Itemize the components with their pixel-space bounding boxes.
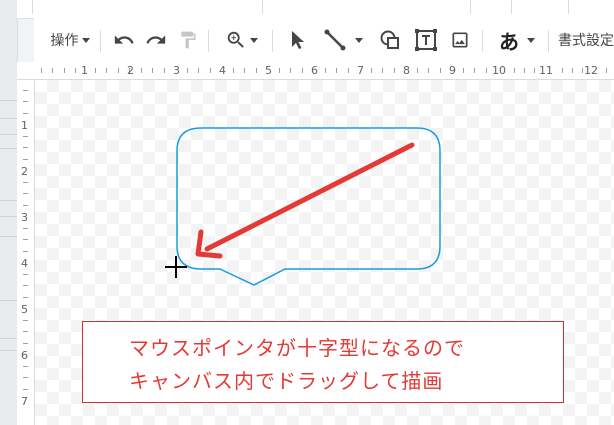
text-box-button[interactable] [412,24,440,56]
undo-icon [114,35,134,44]
ruler-number: 4 [219,64,226,77]
ruler-number: 3 [21,211,28,224]
select-icon [292,31,304,49]
paint-format-icon [181,31,196,49]
line-tool-button[interactable] [318,24,368,56]
shape-icon [380,30,399,49]
ruler-number: 11 [539,64,553,77]
drawing-toolbar: 操作 あ 書式設定 [34,18,614,63]
format-options-label: 書式設定 [558,33,614,49]
zoom-button[interactable] [218,24,264,56]
ruler-number: 2 [21,165,28,178]
actions-menu-label: 操作 [50,33,79,49]
ruler-number: 2 [127,64,134,77]
ruler-number: 1 [21,119,28,132]
annotation-line-2: キャンバス内でドラッグして描画 [129,369,444,393]
chevron-down-icon [355,37,363,43]
annotation-line-1: マウスポインタが十字型になるので [129,336,465,360]
ruler-number: 6 [21,349,28,362]
select-tool-button[interactable] [284,24,312,56]
annotation-box: マウスポインタが十字型になるので キャンバス内でドラッグして描画 [82,321,564,403]
chevron-down-icon [249,37,258,43]
ruler-number: 4 [21,257,28,270]
ruler-number: 6 [311,64,318,77]
ruler-number: 10 [492,64,506,77]
redo-button[interactable] [142,24,170,56]
ruler-number: 8 [403,64,410,77]
ruler-corner [17,62,35,80]
chevron-down-icon [81,37,90,43]
undo-button[interactable] [110,24,138,56]
actions-menu-button[interactable]: 操作 [46,24,94,56]
image-button[interactable] [446,24,474,56]
ruler-number: 3 [173,64,180,77]
horizontal-ruler: 1 2 3 4 5 6 7 8 9 10 11 12 [34,62,614,80]
zoom-icon [227,31,244,48]
ruler-number: 12 [584,64,598,77]
format-options-button[interactable]: 書式設定 [558,24,614,56]
text-box-icon [415,29,437,51]
vertical-ruler: 1 2 3 4 5 6 7 [17,80,35,425]
line-icon [324,29,346,51]
image-icon [452,32,468,48]
ruler-number: 5 [265,64,272,77]
text-style-glyph: あ [499,29,519,54]
ruler-ticks [41,68,607,73]
left-edge-panel [0,0,18,425]
ruler-number: 1 [81,64,88,77]
paint-format-button[interactable] [174,24,202,56]
text-style-button[interactable]: あ [492,24,542,56]
ruler-number: 7 [357,64,364,77]
ruler-number: 9 [449,64,456,77]
ruler-number: 7 [21,395,28,408]
chevron-down-icon [527,37,535,43]
redo-icon [146,35,166,44]
top-strip [17,0,614,19]
ruler-number: 5 [21,303,28,316]
shape-tool-button[interactable] [376,24,404,56]
